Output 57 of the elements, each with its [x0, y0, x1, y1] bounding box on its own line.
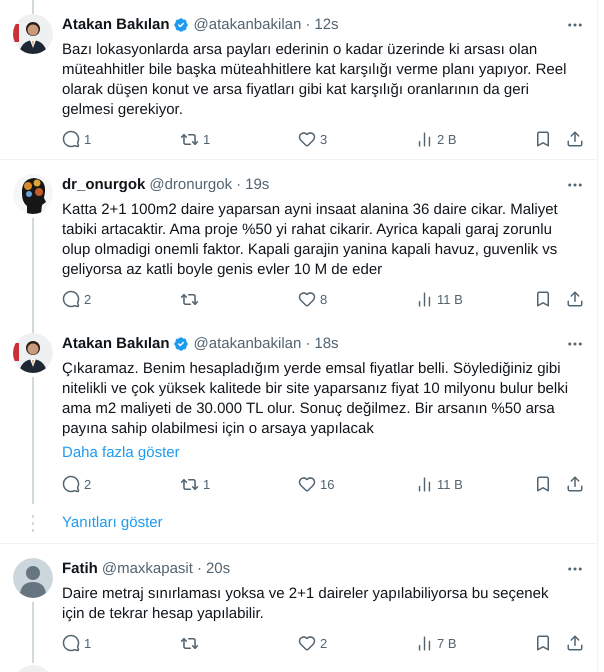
- reply-icon: [62, 475, 80, 494]
- share-icon[interactable]: [566, 475, 584, 494]
- avatar[interactable]: [13, 333, 53, 373]
- post-time[interactable]: 18s: [314, 333, 339, 356]
- like-button[interactable]: 16: [298, 474, 334, 494]
- post-time[interactable]: 12s: [314, 14, 339, 36]
- dot-separator: ·: [305, 15, 310, 35]
- post-time[interactable]: 19s: [245, 174, 270, 196]
- like-button[interactable]: 3: [298, 130, 328, 149]
- views-icon: [416, 290, 433, 308]
- post-text: Çıkaramaz. Benim hesapladığım yerde emsal fiyatlar belli. Söylediğiniz gibi nitelikli ve çok yüksek kalitede bir site yaparsanız fiyat 10 milyonu bulur belki ama m2 maliyeti de 30.000 TL olur. Sonuç değilmez. Bir arsanın %50 arsa payına sahip olabilmesi için o arsaya yapılacak: [62, 358, 569, 438]
- reply-icon: [62, 130, 80, 148]
- views-button[interactable]: 7 B: [416, 634, 457, 653]
- avatar[interactable]: [13, 14, 53, 54]
- like-button[interactable]: 2: [298, 634, 328, 653]
- heart-icon: [298, 130, 316, 148]
- reply-button[interactable]: 2: [62, 474, 92, 494]
- share-icon[interactable]: [566, 634, 584, 652]
- post-text: Katta 2+1 100m2 daire yaparsan ayni insaat alanina 36 daire cikar. Maliyet tabiki artacaktir. Ama proje %50 yi rahat cikarir. Ayrica kapali garaj zorunlu olup olmadigi onemli faktor. Kapali garajin yanina kapali havuz, guvenlik vs geliyorsa az katli boyle genis evler 10 M de eder: [62, 200, 559, 280]
- views-icon: [416, 476, 433, 493]
- views-button[interactable]: 11 B: [416, 290, 463, 309]
- post-text: Daire metraj sınırlaması yoksa ve 2+1 daireler yapılabiliyorsa bu seçenek için de tekrar hesap yapılabilir.: [62, 584, 550, 624]
- dot-separator: ·: [236, 175, 242, 195]
- post-text: Bazı lokasyonlarda arsa payları ederinin o kadar üzerinde ki arsası olan müteahhitler bile başka müteahhitlere kat karşılığı verme planı yapıyor. Reel olarak düşen konut ve arsa fiyatları gibi kat karşılığı oranlarının da geri gelmesi gerekiyor.: [62, 40, 568, 120]
- author-name[interactable]: Atakan Bakılan: [62, 14, 170, 36]
- views-icon: [416, 634, 433, 652]
- author-name[interactable]: Atakan Bakılan: [62, 333, 170, 356]
- reply-icon: [62, 634, 80, 652]
- bookmark-icon[interactable]: [534, 290, 552, 308]
- dot-separator: ·: [196, 559, 202, 579]
- repost-button[interactable]: 1: [180, 130, 210, 149]
- bookmark-icon[interactable]: [534, 475, 552, 494]
- author-handle[interactable]: @atakanbakilan: [194, 14, 302, 36]
- reply-button[interactable]: 2: [62, 290, 92, 309]
- heart-icon: [298, 475, 316, 494]
- author-handle[interactable]: @maxkapasit: [102, 558, 193, 580]
- author-handle[interactable]: @atakanbakilan: [194, 333, 302, 356]
- reply-button[interactable]: 1: [62, 130, 92, 149]
- heart-icon: [298, 634, 316, 652]
- bookmark-icon[interactable]: [534, 130, 552, 148]
- heart-icon: [298, 290, 316, 308]
- share-icon[interactable]: [566, 290, 584, 308]
- reply-icon: [62, 290, 80, 308]
- like-button[interactable]: 8: [298, 290, 328, 309]
- views-button[interactable]: 2 B: [416, 130, 457, 149]
- author-name[interactable]: Fatih: [62, 558, 98, 580]
- repost-button[interactable]: 1: [180, 474, 210, 494]
- bookmark-icon[interactable]: [534, 634, 552, 652]
- share-icon[interactable]: [566, 130, 584, 148]
- dot-separator: ·: [305, 334, 310, 354]
- reply-button[interactable]: 1: [62, 634, 92, 653]
- post-time[interactable]: 20s: [206, 558, 230, 580]
- avatar[interactable]: [13, 174, 53, 214]
- views-icon: [416, 130, 433, 148]
- author-handle[interactable]: @dronurgok: [149, 174, 232, 196]
- author-name[interactable]: dr_onurgok: [62, 174, 146, 196]
- views-button[interactable]: 11 B: [416, 474, 463, 494]
